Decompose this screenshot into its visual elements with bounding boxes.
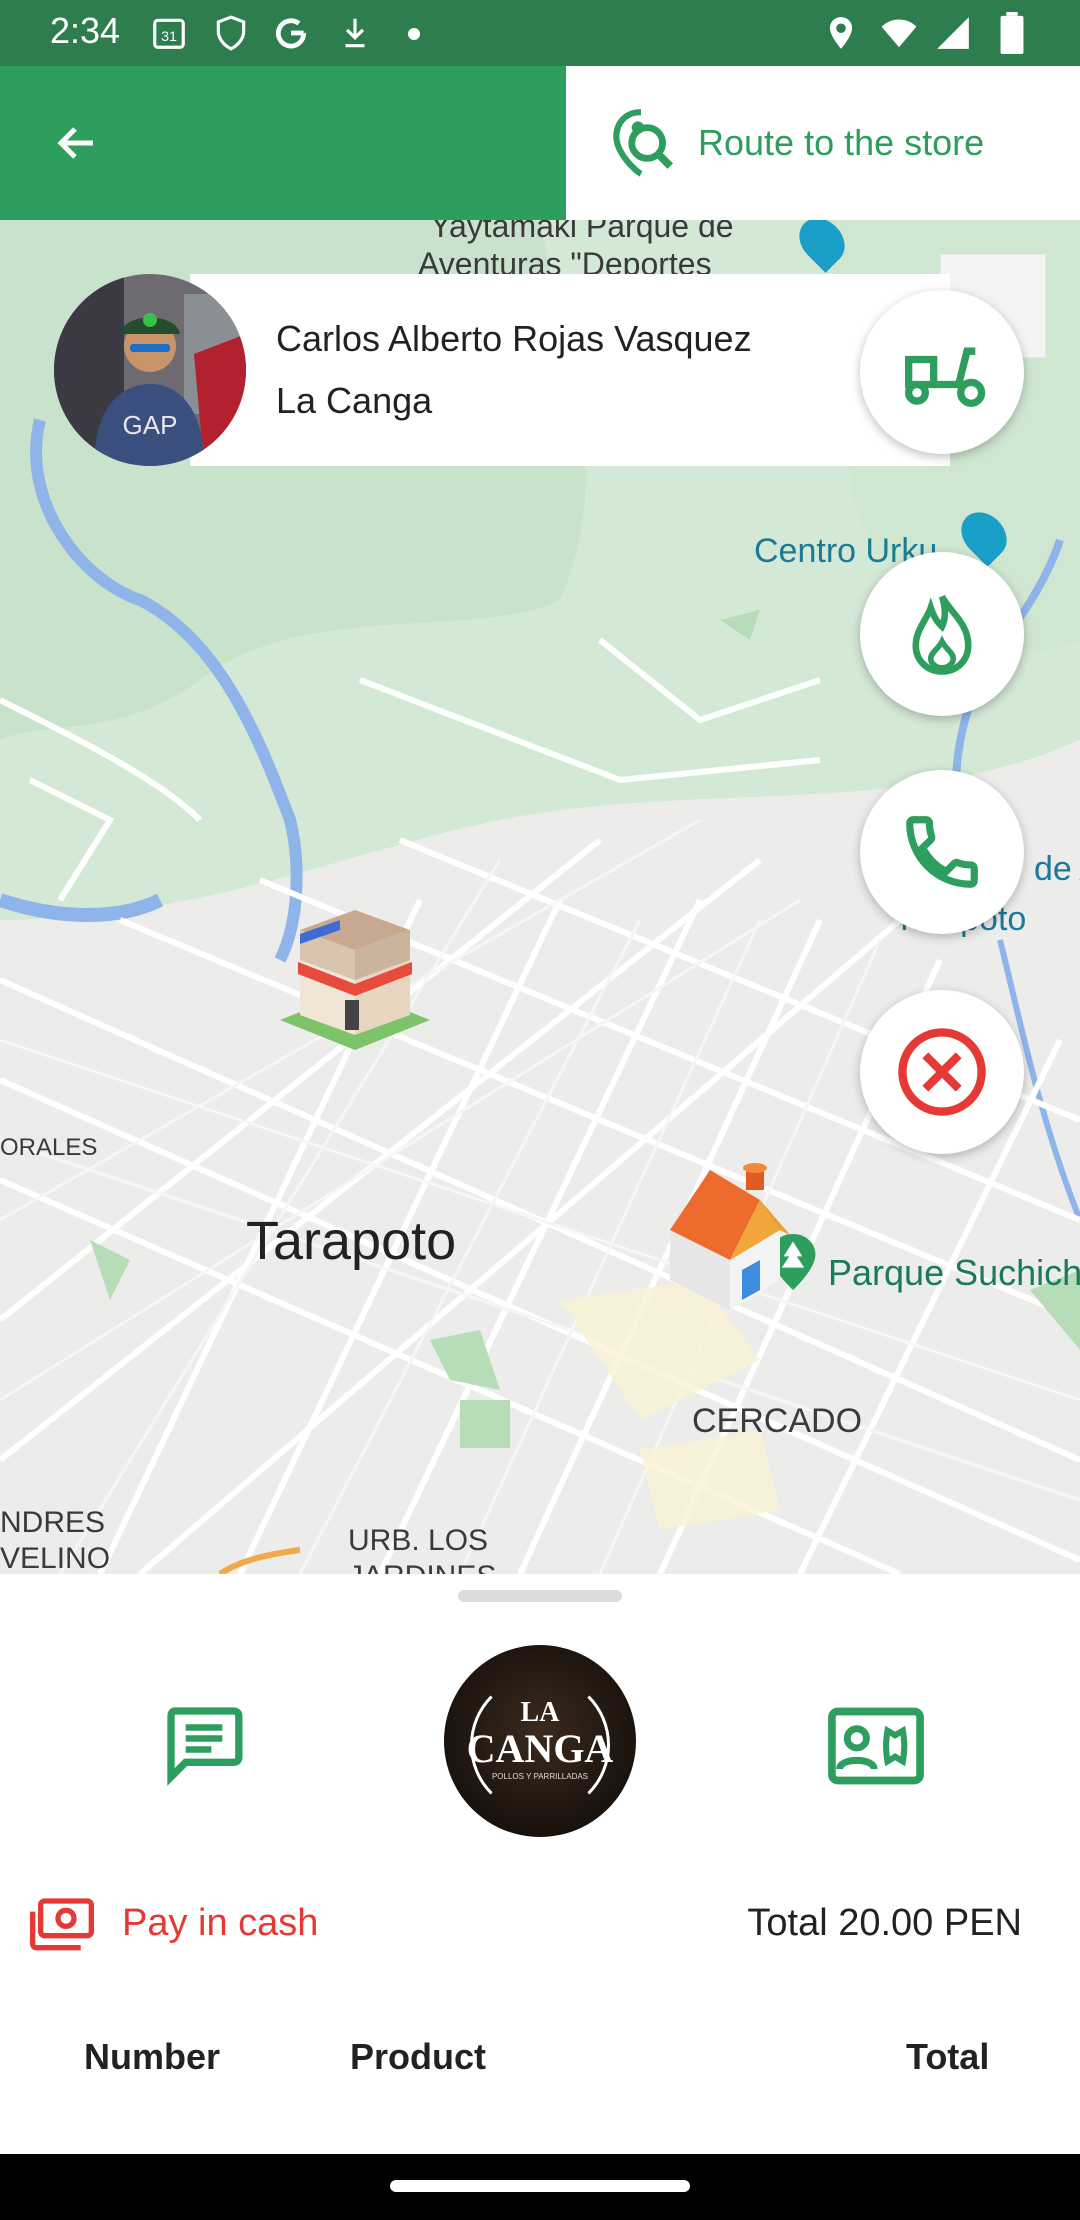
order-total: Total 20.00 PEN [747,1902,1022,1944]
location-icon [829,17,853,49]
status-time: 2:34 [50,10,121,51]
call-button[interactable] [860,770,1024,934]
map-label-urb: URB. LOS [348,1524,489,1557]
calendar-icon: 31 [153,18,185,49]
arrow-back-icon [57,127,93,159]
map-label-morales: ORALES [0,1134,98,1161]
map-label-jardines: JARDINES [348,1560,496,1574]
home-gesture-handle[interactable] [390,2180,690,2192]
store-name: La Canga [276,380,433,421]
download-icon [345,18,365,48]
back-button[interactable] [40,110,114,176]
chat-button[interactable] [160,1700,248,1788]
contact-button[interactable] [826,1700,926,1792]
driver-card [190,274,950,466]
route-button-label: Route to the store [698,122,985,163]
signal-icon [937,17,969,49]
fire-button[interactable] [860,552,1024,716]
cash-icon [30,1898,94,1951]
store-logo: LA CANGA POLLOS Y PARRILLADAS [444,1645,636,1837]
route-to-store-button[interactable]: Route to the store [566,66,1080,220]
column-header-total: Total [906,2036,990,2077]
map-search-icon [613,109,674,177]
google-icon [275,18,307,49]
map-label-de-a: de A [1034,850,1080,888]
flame-icon [912,594,972,675]
logo-ring [470,1675,610,1815]
dot-icon [408,28,420,40]
delivery-status-button[interactable] [860,290,1024,454]
svg-text:GAP: GAP [123,410,178,440]
driver-name: Carlos Alberto Rojas Vasquez [276,318,752,359]
shield-icon [216,15,246,51]
payment-method [30,1898,94,1952]
driver-avatar[interactable]: GAP [54,274,246,466]
home-marker-icon[interactable] [650,1160,800,1310]
cancel-order-button[interactable] [860,990,1024,1154]
contact-phone-icon [828,1707,924,1785]
map-label-andres: NDRES [0,1506,106,1539]
map-label-suchiche: Parque Suchich [828,1252,1080,1293]
sheet-drag-handle[interactable] [458,1590,622,1602]
store-marker-icon[interactable] [270,900,440,1060]
map-label-cercado: CERCADO [692,1402,863,1440]
wifi-icon [881,19,917,48]
map-label-city: Tarapoto [246,1211,457,1271]
payment-label: Pay in cash [122,1902,319,1944]
map-label-park: Yaytamaki Parque de [430,220,734,244]
status-bar: 2:34 31 [0,0,1080,66]
cancel-circle-icon [898,1028,986,1116]
column-header-number: Number [84,2036,221,2077]
scooter-icon [905,347,986,407]
svg-text:31: 31 [161,29,177,45]
map-label-avelino: VELINO [0,1542,111,1574]
phone-icon [906,816,978,888]
chat-icon [167,1707,243,1786]
column-header-product: Product [350,2036,487,2077]
battery-icon [1000,12,1024,54]
